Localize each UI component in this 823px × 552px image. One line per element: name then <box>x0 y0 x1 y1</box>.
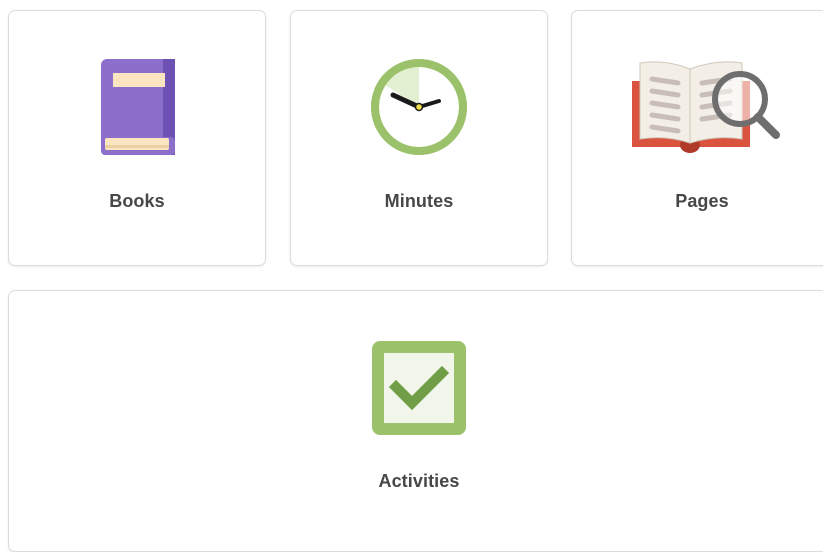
activities-label: Activities <box>378 471 460 491</box>
open-book-magnifier-icon <box>626 57 782 162</box>
checkbox-checked-icon <box>370 339 468 442</box>
clock-icon <box>369 57 469 162</box>
activities-card[interactable]: Activities <box>8 290 823 552</box>
minutes-label: Minutes <box>384 191 454 211</box>
book-icon <box>97 57 177 162</box>
pages-label: Pages <box>675 191 729 211</box>
books-label: Books <box>109 191 165 211</box>
pages-card[interactable]: Pages <box>571 10 823 266</box>
minutes-card[interactable]: Minutes <box>290 10 548 266</box>
books-card[interactable]: Books <box>8 10 266 266</box>
